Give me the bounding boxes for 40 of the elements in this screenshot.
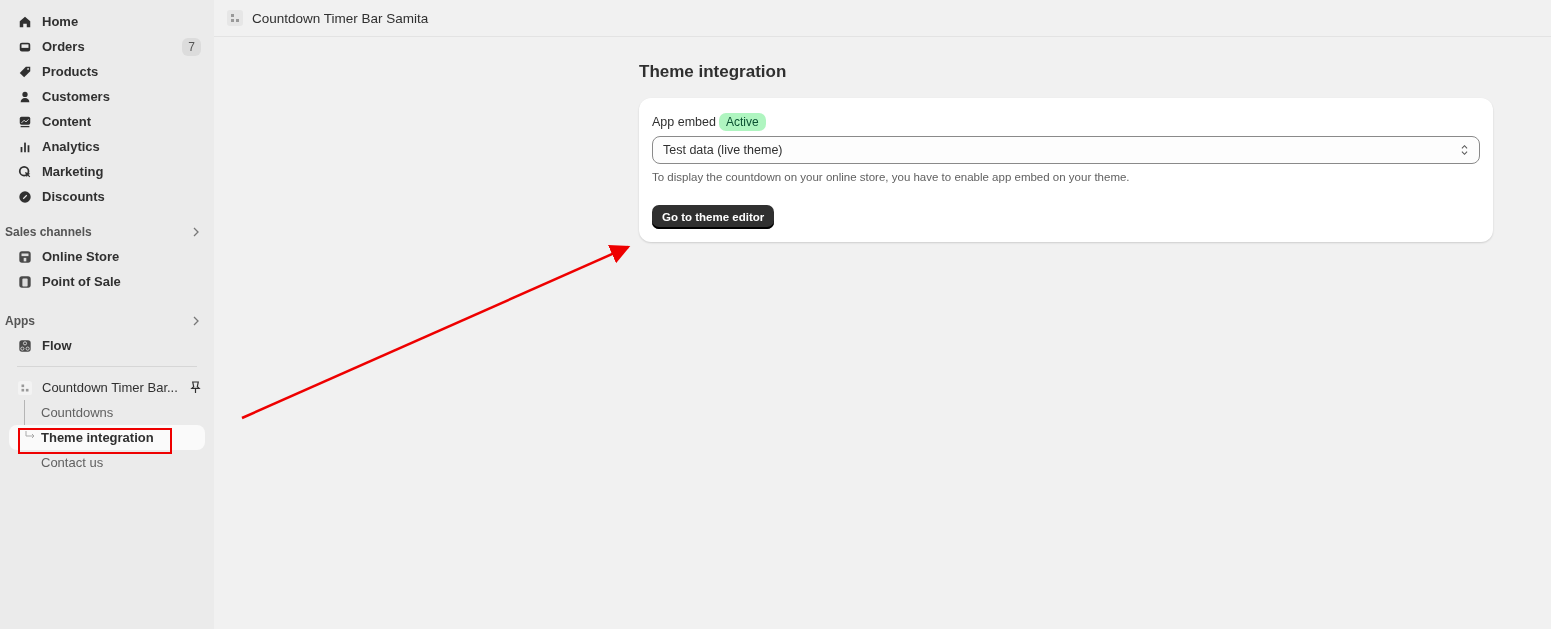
pin-icon[interactable] bbox=[190, 381, 201, 394]
chevron-icon[interactable] bbox=[191, 316, 201, 326]
sub-nav-item[interactable]: Countdowns bbox=[9, 400, 205, 425]
nav-item[interactable]: Online Store bbox=[9, 244, 205, 269]
app-title: Countdown Timer Bar Samita bbox=[252, 10, 429, 26]
section-heading: Sales channels bbox=[5, 225, 92, 239]
nav-item[interactable]: Marketing bbox=[9, 159, 205, 184]
person-icon bbox=[18, 89, 32, 104]
sub-nav-item[interactable]: Theme integration bbox=[9, 425, 205, 450]
chevron-icon[interactable] bbox=[191, 227, 201, 237]
select-arrows-icon bbox=[1460, 144, 1469, 156]
sub-nav-item[interactable]: Contact us bbox=[9, 450, 205, 475]
monitor-icon bbox=[18, 114, 32, 129]
nav-item[interactable]: Products bbox=[9, 59, 205, 84]
nav-item[interactable]: Discounts bbox=[9, 184, 205, 209]
app-icon bbox=[18, 380, 32, 395]
bag-icon bbox=[18, 274, 32, 289]
status-badge: Active bbox=[718, 113, 766, 131]
select-field[interactable]: Test data (live theme) bbox=[652, 136, 1480, 164]
discount-icon bbox=[18, 189, 32, 204]
count-badge: 7 bbox=[182, 37, 201, 56]
help-text: To display the countdown on your online store, you have to enable app embed on your theme. bbox=[652, 171, 1131, 183]
app-nav-item[interactable]: Countdown Timer Bar... bbox=[9, 375, 205, 400]
home-icon bbox=[18, 14, 32, 29]
nav-item[interactable]: Orders 7 bbox=[9, 34, 205, 59]
page-title: Theme integration bbox=[639, 62, 788, 82]
field-label: App embed bbox=[652, 115, 716, 129]
tag-icon bbox=[18, 64, 32, 79]
theme-editor-button[interactable]: Go to theme editor bbox=[652, 205, 775, 229]
flow-icon bbox=[18, 338, 32, 353]
branch-icon bbox=[24, 431, 36, 441]
nav-item[interactable]: Flow bbox=[9, 333, 205, 358]
nav-item[interactable]: Analytics bbox=[9, 134, 205, 159]
nav-item[interactable]: Content bbox=[9, 109, 205, 134]
nav-item[interactable]: Customers bbox=[9, 84, 205, 109]
nav-item[interactable]: Point of Sale bbox=[9, 269, 205, 294]
section-heading: Apps bbox=[5, 314, 35, 328]
store-icon bbox=[18, 249, 32, 264]
nav-item[interactable]: Home bbox=[9, 9, 205, 34]
app-icon bbox=[227, 10, 243, 26]
